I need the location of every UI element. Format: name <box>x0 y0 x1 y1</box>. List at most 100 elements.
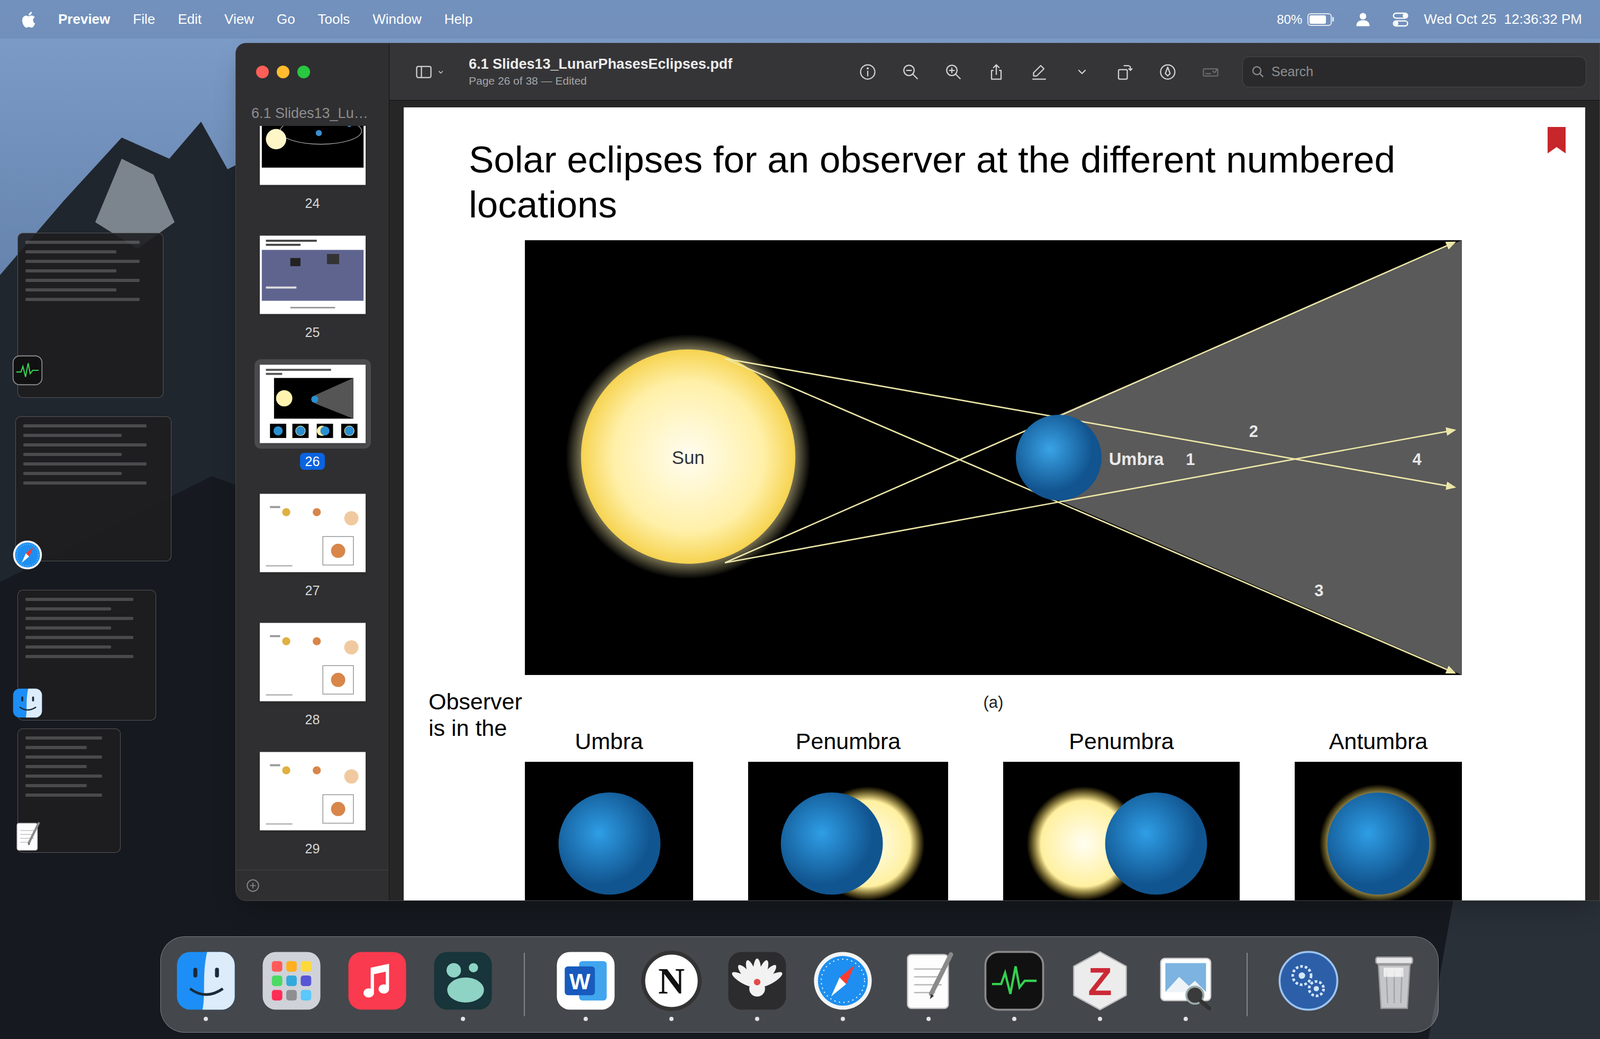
zoom-in-icon[interactable] <box>931 57 975 87</box>
search-field[interactable] <box>1242 56 1587 88</box>
page-thumbnail[interactable]: 26 <box>254 359 371 489</box>
eclipse-diagram: SunUmbra1234 <box>524 240 1462 676</box>
dock-item[interactable]: N <box>638 948 705 1022</box>
menu-item[interactable]: Help <box>444 8 473 30</box>
rotate-icon[interactable] <box>1103 57 1147 87</box>
search-input[interactable] <box>1271 61 1579 83</box>
dock-item[interactable]: Z <box>1067 948 1133 1022</box>
traffic-lights <box>235 43 389 101</box>
apple-menu-icon[interactable] <box>20 8 39 31</box>
thumbnail-image <box>259 125 366 186</box>
finder-icon[interactable] <box>173 948 239 1014</box>
user-icon[interactable] <box>1355 11 1371 28</box>
clock[interactable]: Wed Oct 25 12:36:32 PM <box>1423 8 1583 30</box>
safari-icon[interactable] <box>11 538 44 572</box>
umbra-label: Umbra <box>1108 449 1165 469</box>
running-dot <box>1012 1016 1017 1022</box>
launchpad-icon[interactable] <box>258 948 325 1014</box>
activity-monitor-icon[interactable] <box>981 948 1048 1014</box>
close-button[interactable] <box>256 65 269 79</box>
sun-label: Sun <box>671 447 705 468</box>
page-thumbnail[interactable]: 25 <box>254 230 371 360</box>
dock-separator <box>1246 952 1248 1017</box>
dock-item[interactable]: W <box>552 948 619 1022</box>
word-icon[interactable]: W <box>552 948 619 1014</box>
dock-item[interactable] <box>1361 948 1427 1022</box>
add-icon[interactable] <box>246 878 260 893</box>
stage-manager <box>0 0 1 1</box>
dock-item[interactable] <box>981 948 1048 1022</box>
document-view[interactable]: Solar eclipses for an observer at the di… <box>389 100 1600 901</box>
control-center-icon[interactable] <box>1392 11 1409 28</box>
page-thumbnail[interactable]: 24 <box>254 125 371 231</box>
thumbnail-image <box>259 622 366 702</box>
stage-window[interactable] <box>15 416 172 562</box>
thumbnail-image <box>259 493 366 573</box>
thumbnail-frame <box>254 125 371 191</box>
bookmark-icon[interactable] <box>1547 126 1566 154</box>
running-dot <box>669 1016 674 1022</box>
bird-icon[interactable] <box>724 948 790 1014</box>
sidebar: 6.1 Slides13_Lu… 24 252627 28 29 <box>235 43 390 901</box>
main-area: 6.1 Slides13_LunarPhasesEclipses.pdfPage… <box>389 43 1600 901</box>
form-icon[interactable] <box>1188 57 1232 87</box>
page-number: 24 <box>300 194 326 212</box>
menu-item[interactable]: Go <box>276 8 296 30</box>
page-number: 28 <box>300 711 326 729</box>
page-thumbnail[interactable]: 29 <box>254 746 371 870</box>
observer-view: Antumbra <box>1294 728 1462 901</box>
sidebar-toggle[interactable] <box>413 62 447 82</box>
chevron-icon[interactable] <box>1060 57 1104 87</box>
dock-item[interactable] <box>810 948 876 1022</box>
share-icon[interactable] <box>974 57 1018 87</box>
textedit-icon[interactable] <box>895 948 962 1014</box>
document-subtitle: Page 26 of 38 — Edited <box>468 74 733 88</box>
dock-item[interactable] <box>895 948 962 1022</box>
dock-item[interactable] <box>173 948 239 1022</box>
info-icon[interactable] <box>846 57 889 87</box>
highlight-icon[interactable] <box>1017 57 1061 87</box>
globe-icon[interactable] <box>1275 948 1342 1014</box>
menu-item[interactable]: File <box>132 8 156 30</box>
thumbnail-image <box>259 751 366 831</box>
dock-item[interactable] <box>258 948 325 1022</box>
markup-icon[interactable] <box>1146 57 1189 87</box>
battery-fill <box>1309 15 1326 24</box>
zoom-button[interactable] <box>297 65 311 79</box>
finder-icon[interactable] <box>11 686 44 720</box>
view-image <box>524 761 694 901</box>
teal-app-icon[interactable] <box>430 948 496 1014</box>
thumbnail-frame <box>254 488 371 578</box>
dock-item[interactable] <box>1275 948 1342 1022</box>
app-menu[interactable]: Preview <box>58 8 111 30</box>
menu-item[interactable]: Edit <box>177 8 202 30</box>
sidebar-footer <box>235 869 389 901</box>
menu-item[interactable]: Tools <box>317 8 351 30</box>
zoom-out-icon[interactable] <box>888 57 932 87</box>
running-dot <box>289 1016 294 1022</box>
page-thumbnail[interactable]: 27 <box>254 488 371 618</box>
minimize-button[interactable] <box>276 65 290 79</box>
notion-icon[interactable]: N <box>638 948 705 1014</box>
music-icon[interactable] <box>344 948 411 1014</box>
dock-item[interactable] <box>430 948 496 1022</box>
sidebar-header: 6.1 Slides13_Lu… <box>235 100 389 126</box>
menu-item[interactable]: View <box>224 8 254 30</box>
textedit-icon[interactable] <box>11 820 44 853</box>
menu-bar: PreviewFileEditViewGoToolsWindowHelp80%W… <box>0 0 1600 39</box>
menu-item[interactable]: Window <box>372 8 422 30</box>
preview-icon[interactable] <box>1152 948 1219 1014</box>
zotero-icon[interactable]: Z <box>1067 948 1133 1014</box>
page-thumbnail[interactable]: 28 <box>254 617 371 747</box>
dock-item[interactable] <box>344 948 411 1022</box>
page-number: 29 <box>300 840 326 858</box>
dock-item[interactable] <box>1152 948 1219 1022</box>
thumbnail-frame <box>254 230 371 320</box>
safari-icon[interactable] <box>810 948 876 1014</box>
activity-monitor-icon[interactable] <box>11 353 44 387</box>
dock-item[interactable] <box>724 948 790 1022</box>
battery-icon[interactable] <box>1307 13 1334 26</box>
trash-icon[interactable] <box>1361 948 1427 1014</box>
running-dot <box>755 1016 760 1022</box>
observer-view: Penumbra <box>1003 728 1240 901</box>
